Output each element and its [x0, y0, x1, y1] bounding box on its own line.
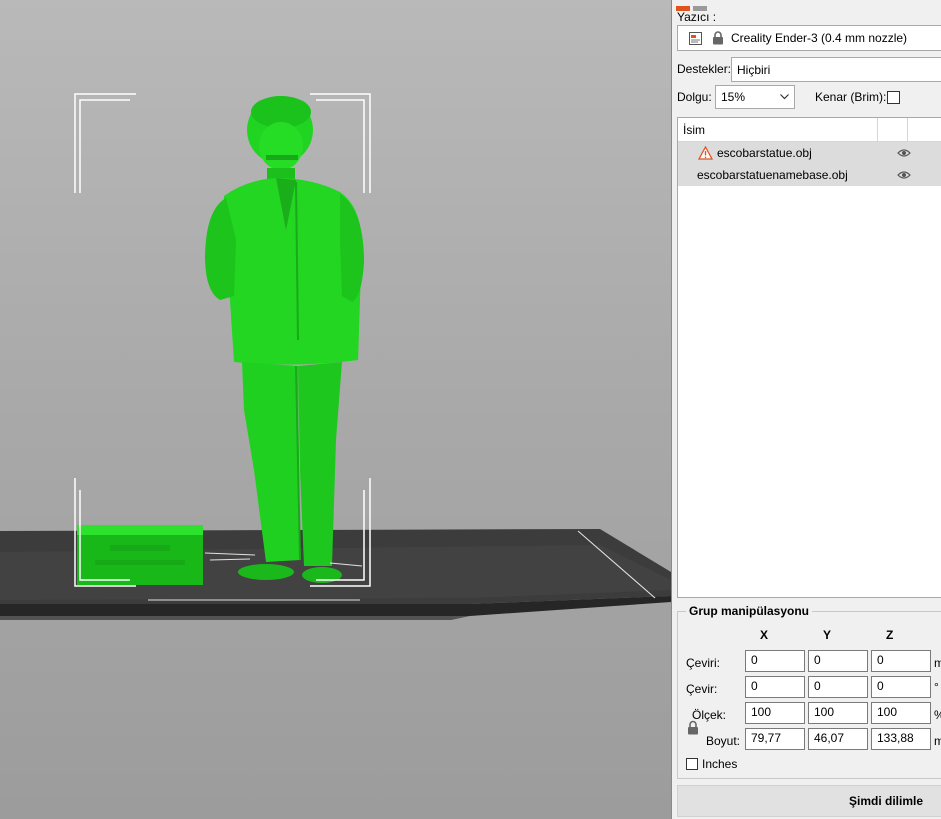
list-header: İsim — [678, 118, 941, 142]
infill-label: Dolgu: — [677, 90, 712, 104]
warning-icon — [698, 146, 713, 160]
eye-icon[interactable] — [897, 148, 911, 158]
slice-now-label: Şimdi dilimle — [849, 794, 924, 808]
printer-value: Creality Ender-3 (0.4 mm nozzle) — [731, 31, 908, 45]
infill-select[interactable]: 15% — [715, 85, 795, 109]
statue-model[interactable] — [205, 96, 364, 583]
group-title: Grup manipülasyonu — [686, 604, 813, 618]
rotate-y-input[interactable]: 0 — [808, 676, 868, 698]
scale-z-input[interactable]: 100 — [871, 702, 931, 724]
3d-viewport[interactable] — [0, 0, 671, 819]
translate-z-input[interactable]: 0 — [871, 650, 931, 672]
name-base-model[interactable] — [77, 525, 203, 585]
slice-now-button[interactable]: Şimdi dilimle — [677, 785, 941, 817]
chevron-down-icon — [780, 94, 789, 100]
translate-y-input[interactable]: 0 — [808, 650, 868, 672]
supports-select[interactable]: Hiçbiri — [731, 57, 941, 82]
name-column-header[interactable]: İsim — [683, 123, 705, 137]
scale-unit: % — [934, 708, 941, 722]
size-z-input[interactable]: 133,88 — [871, 728, 931, 750]
inches-checkbox[interactable] — [686, 758, 698, 770]
size-unit: m — [934, 734, 941, 748]
object-list[interactable]: İsim escobarstatue.obj escobarstatuename… — [677, 117, 941, 598]
rotate-x-input[interactable]: 0 — [745, 676, 805, 698]
eye-icon[interactable] — [897, 170, 911, 180]
object-name: escobarstatue.obj — [717, 146, 812, 160]
object-name: escobarstatuenamebase.obj — [697, 168, 848, 182]
list-item[interactable]: escobarstatuenamebase.obj — [678, 164, 941, 186]
translate-x-input[interactable]: 0 — [745, 650, 805, 672]
translate-unit: m — [934, 656, 941, 670]
size-x-input[interactable]: 79,77 — [745, 728, 805, 750]
printer-icon — [689, 32, 702, 45]
toolbar-strip — [676, 0, 716, 11]
scale-x-input[interactable]: 100 — [745, 702, 805, 724]
rotate-label: Çevir: — [686, 682, 718, 696]
axis-y-label: Y — [823, 628, 832, 642]
supports-label: Destekler: — [677, 62, 732, 76]
axis-z-label: Z — [886, 628, 894, 642]
header-divider — [907, 118, 908, 141]
lock-icon — [713, 31, 723, 45]
size-y-input[interactable]: 46,07 — [808, 728, 868, 750]
rotate-unit: ° — [934, 680, 939, 694]
floor-shadow — [0, 616, 470, 620]
brim-checkbox[interactable] — [887, 91, 900, 104]
list-item[interactable]: escobarstatue.obj — [678, 142, 941, 164]
axis-x-label: X — [760, 628, 769, 642]
infill-value: 15% — [721, 90, 746, 104]
inches-label: Inches — [702, 757, 738, 771]
supports-value: Hiçbiri — [737, 63, 771, 77]
header-divider — [877, 118, 878, 141]
translate-label: Çeviri: — [686, 656, 721, 670]
scale-y-input[interactable]: 100 — [808, 702, 868, 724]
settings-panel: Yazıcı : Creality Ender-3 (0.4 mm nozzle… — [671, 0, 941, 819]
size-label: Boyut: — [706, 734, 741, 748]
lock-icon[interactable] — [687, 720, 699, 735]
rotate-z-input[interactable]: 0 — [871, 676, 931, 698]
brim-label: Kenar (Brim): — [815, 90, 887, 104]
scene[interactable] — [0, 0, 671, 819]
printer-select[interactable]: Creality Ender-3 (0.4 mm nozzle) — [677, 25, 941, 51]
printer-label: Yazıcı : — [677, 10, 717, 24]
